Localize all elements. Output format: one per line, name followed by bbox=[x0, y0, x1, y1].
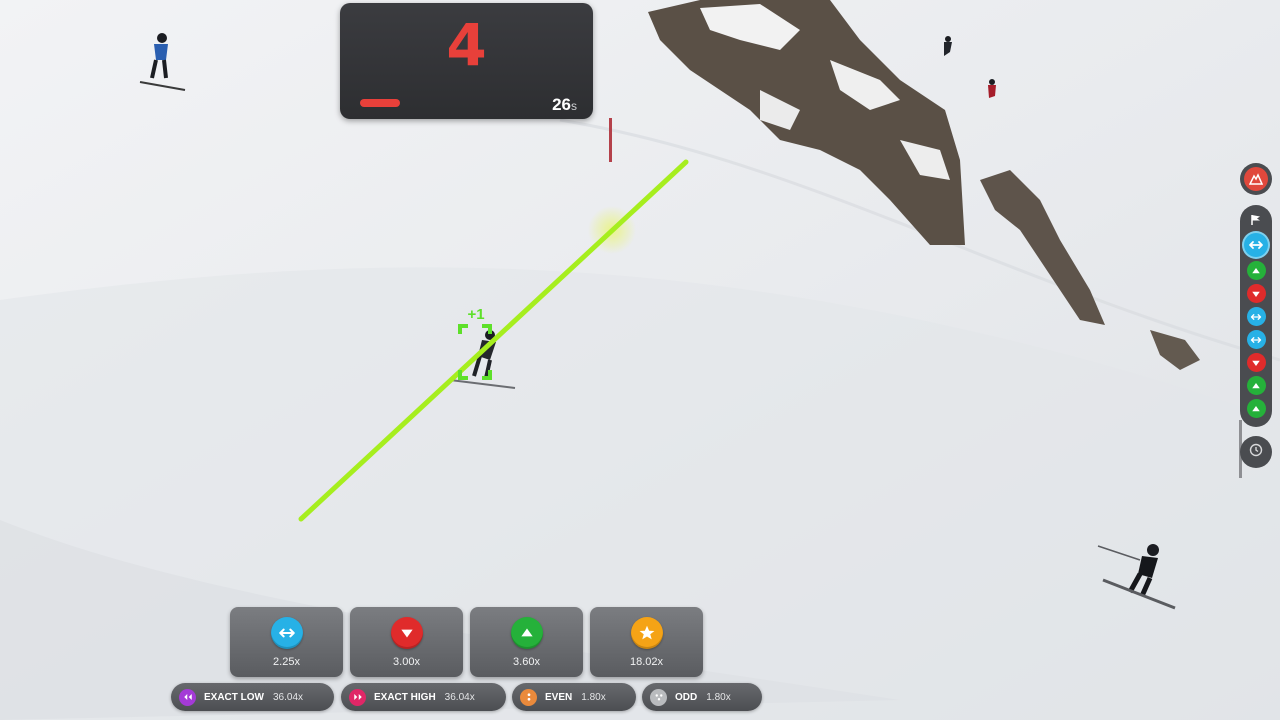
history-button[interactable] bbox=[1240, 436, 1272, 468]
plus-one-marker: +1 bbox=[467, 306, 484, 323]
seconds-unit: s bbox=[571, 99, 577, 113]
side-bets: EXACT LOW 36.04x EXACT HIGH 36.04x EVEN 1.80x… bbox=[0, 683, 1280, 711]
double-arrow-icon bbox=[1250, 311, 1262, 323]
history-item-up bbox=[1246, 261, 1266, 280]
history-item-up bbox=[1246, 376, 1266, 395]
side-bet-exact-low[interactable]: EXACT LOW 36.04x bbox=[171, 683, 334, 711]
side-bet-odd[interactable]: ODD 1.80x bbox=[642, 683, 762, 711]
double-arrow-icon bbox=[1250, 334, 1262, 346]
history-item-side bbox=[1246, 330, 1266, 349]
odd-icon bbox=[650, 688, 667, 706]
round-timer-panel: 4 26s bbox=[340, 3, 593, 119]
bet-multiplier: 18.02x bbox=[629, 656, 664, 668]
bet-multiplier: 3.60x bbox=[513, 656, 540, 668]
skier-distant-2 bbox=[988, 79, 996, 98]
side-bet-exact-high[interactable]: EXACT HIGH 36.04x bbox=[341, 683, 506, 711]
double-arrow-icon bbox=[270, 617, 303, 649]
triangle-up-icon bbox=[1250, 265, 1262, 277]
bet-card-side[interactable]: 2.25x bbox=[230, 607, 343, 677]
triangle-up-icon bbox=[1250, 380, 1262, 392]
slope-view-toggle[interactable] bbox=[1240, 163, 1272, 195]
timer-progress-bar bbox=[360, 99, 400, 107]
triangle-up-icon bbox=[1250, 403, 1262, 415]
bet-options: 2.25x 3.00x 3.60x 18.02x bbox=[230, 607, 703, 677]
star-icon bbox=[630, 617, 663, 649]
clock-icon bbox=[1249, 443, 1263, 462]
even-icon bbox=[520, 688, 537, 706]
history-item-side bbox=[1246, 307, 1266, 326]
bet-card-star[interactable]: 18.02x bbox=[590, 607, 703, 677]
side-bet-label: EVEN bbox=[545, 691, 573, 703]
bet-card-up[interactable]: 3.60x bbox=[470, 607, 583, 677]
seconds-value: 26 bbox=[552, 95, 571, 114]
side-bet-label: EXACT HIGH bbox=[374, 691, 436, 703]
side-bet-label: EXACT LOW bbox=[204, 691, 264, 703]
seconds-remaining: 26s bbox=[552, 95, 577, 115]
flag-icon bbox=[1250, 211, 1262, 229]
history-item-up bbox=[1246, 399, 1266, 418]
mountain-icon bbox=[1244, 167, 1268, 191]
history-item-down bbox=[1246, 284, 1266, 303]
triangle-down-icon bbox=[1250, 288, 1262, 300]
history-item-down bbox=[1246, 353, 1266, 372]
bet-multiplier: 2.25x bbox=[273, 656, 300, 668]
triangle-up-icon bbox=[510, 617, 543, 649]
side-bet-multiplier: 1.80x bbox=[706, 691, 731, 703]
bet-card-down[interactable]: 3.00x bbox=[350, 607, 463, 677]
history-item-side bbox=[1244, 233, 1268, 257]
side-bet-multiplier: 36.04x bbox=[273, 691, 304, 703]
slalom-pole bbox=[609, 118, 612, 162]
bet-multiplier: 3.00x bbox=[393, 656, 420, 668]
history-rail bbox=[1240, 205, 1272, 427]
exact-low-icon bbox=[179, 688, 196, 706]
side-bet-even[interactable]: EVEN 1.80x bbox=[512, 683, 636, 711]
triangle-down-icon bbox=[1250, 357, 1262, 369]
side-bet-label: ODD bbox=[675, 691, 698, 703]
triangle-down-icon bbox=[390, 617, 423, 649]
side-bet-multiplier: 36.04x bbox=[444, 691, 475, 703]
exact-high-icon bbox=[349, 688, 366, 706]
side-bet-multiplier: 1.80x bbox=[581, 691, 606, 703]
countdown-value: 4 bbox=[446, 11, 487, 79]
double-arrow-icon bbox=[1248, 237, 1264, 253]
